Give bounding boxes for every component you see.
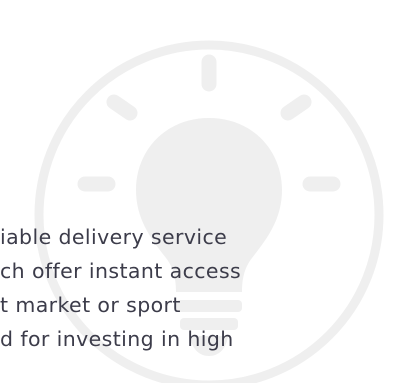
- text-line-4: d for investing in high: [0, 327, 234, 351]
- content-panel: iable delivery service ch offer instant …: [0, 0, 416, 383]
- text-line-3: t market or sport: [0, 293, 181, 317]
- text-line-2: ch offer instant access: [0, 259, 242, 283]
- text-line-1: iable delivery service: [0, 225, 228, 249]
